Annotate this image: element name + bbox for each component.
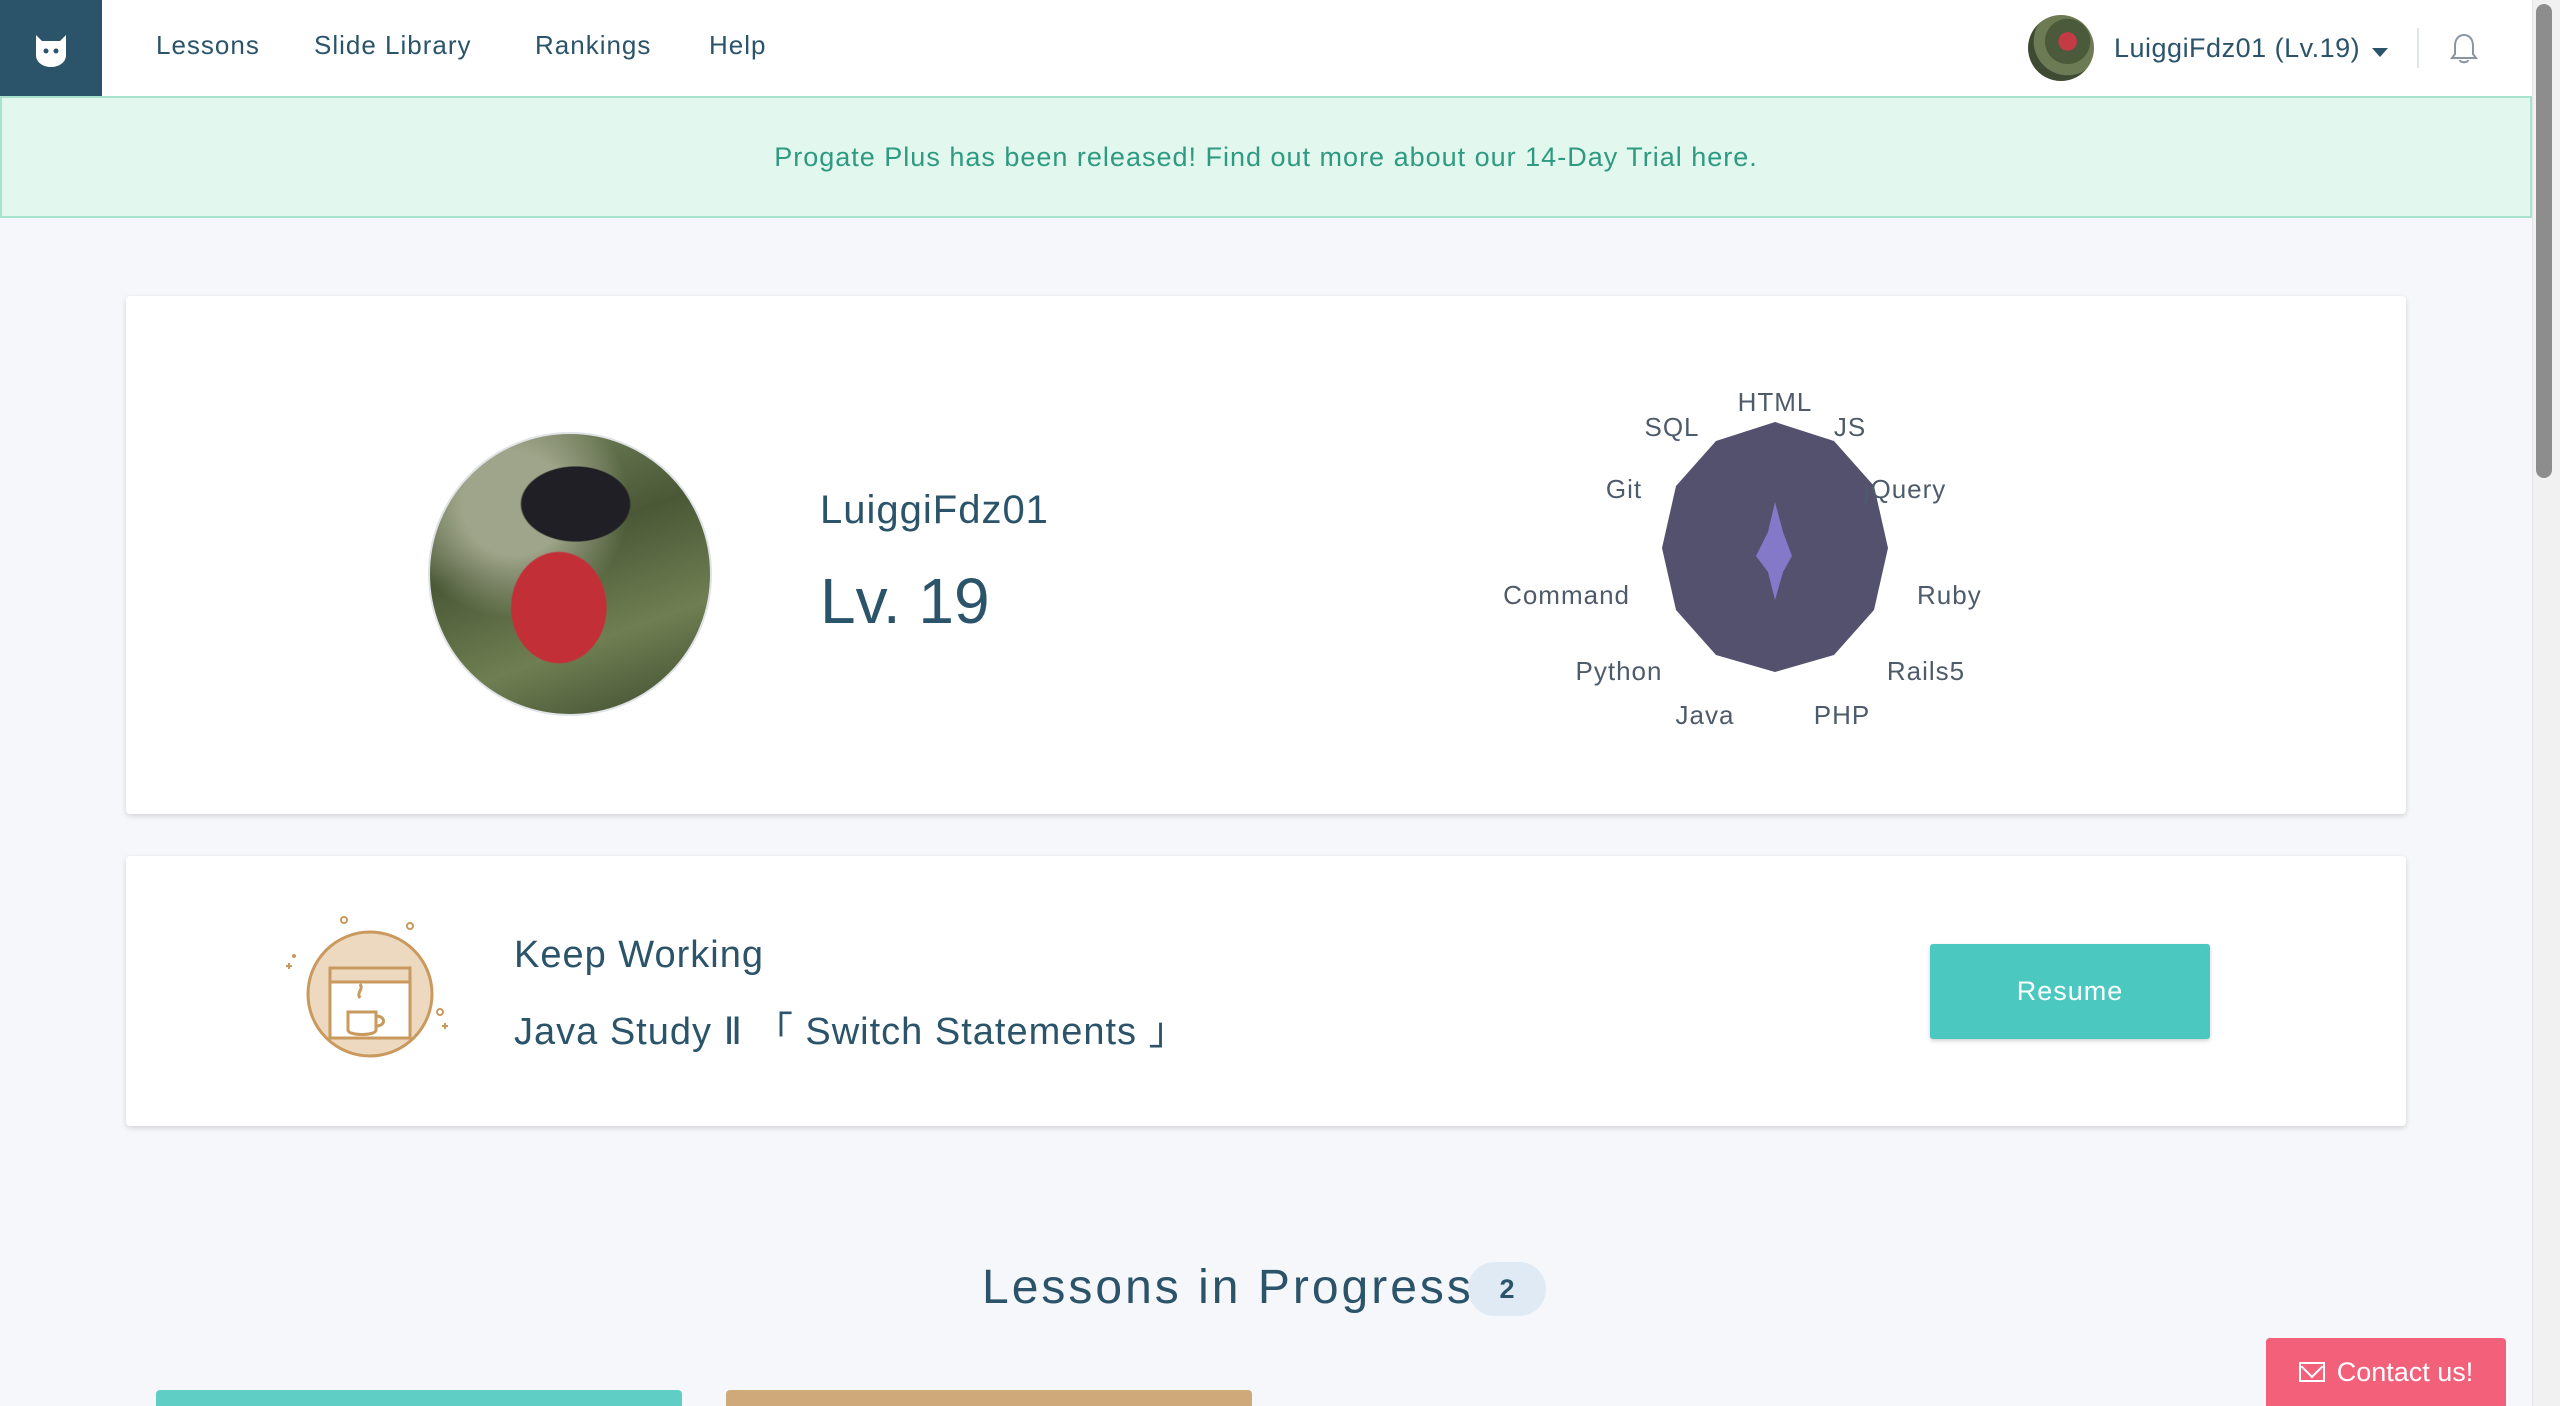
radar-label-jquery: jQuery: [1863, 474, 1947, 504]
scrollbar-thumb[interactable]: [2536, 4, 2552, 478]
announcement-banner: Progate Plus has been released! Find out…: [0, 96, 2532, 218]
profile-photo: [428, 432, 712, 716]
skills-radar-chart: HTML JS jQuery Ruby Rails5 PHP Java Pyth…: [1503, 387, 1982, 730]
radar-label-python: Python: [1576, 656, 1663, 686]
lesson-card-2[interactable]: [726, 1390, 1252, 1406]
radar-label-ruby: Ruby: [1917, 580, 1982, 610]
nav-divider: [2417, 28, 2419, 68]
coffee-cup-icon: [286, 916, 448, 1058]
nav-slide-library[interactable]: Slide Library: [314, 30, 472, 61]
radar-label-git: Git: [1606, 474, 1642, 504]
radar-label-js: JS: [1834, 412, 1866, 442]
user-menu[interactable]: LuiggiFdz01 (Lv.19): [2028, 14, 2389, 82]
keep-working-title: Keep Working: [514, 934, 764, 976]
nav-lessons[interactable]: Lessons: [156, 30, 260, 61]
radar-label-rails5: Rails5: [1887, 656, 1965, 686]
nav-help[interactable]: Help: [709, 30, 766, 61]
bell-icon[interactable]: [2448, 32, 2480, 66]
progate-logo[interactable]: [0, 0, 102, 96]
radar-label-php: PHP: [1814, 700, 1870, 730]
lessons-in-progress-title: Lessons in Progress: [982, 1261, 1474, 1314]
user-menu-label: LuiggiFdz01 (Lv.19): [2114, 32, 2361, 63]
radar-label-command: Command: [1503, 580, 1630, 610]
resume-button[interactable]: Resume: [1930, 944, 2210, 1039]
radar-label-sql: SQL: [1644, 412, 1699, 442]
chevron-down-icon: [2372, 47, 2389, 57]
mail-icon: [2298, 1362, 2325, 1382]
lesson-card-1[interactable]: [156, 1390, 682, 1406]
radar-label-java: Java: [1676, 700, 1735, 730]
contact-us-button[interactable]: Contact us!: [2266, 1338, 2506, 1406]
profile-level: Lv. 19: [820, 565, 990, 637]
nav-rankings[interactable]: Rankings: [535, 30, 651, 61]
radar-label-html: HTML: [1738, 387, 1813, 417]
profile-username: LuiggiFdz01: [820, 488, 1049, 532]
current-lesson-title: Java Study Ⅱ 「 Switch Statements 」: [514, 1011, 1188, 1053]
contact-us-label: Contact us!: [2336, 1356, 2474, 1387]
lessons-count-badge: 2: [1468, 1262, 1546, 1316]
cat-logo-icon: [36, 35, 66, 67]
avatar: [2028, 15, 2094, 81]
top-navbar: Lessons Slide Library Rankings Help Luig…: [0, 0, 2532, 97]
progate-plus-link[interactable]: Progate Plus has been released! Find out…: [774, 142, 1758, 173]
